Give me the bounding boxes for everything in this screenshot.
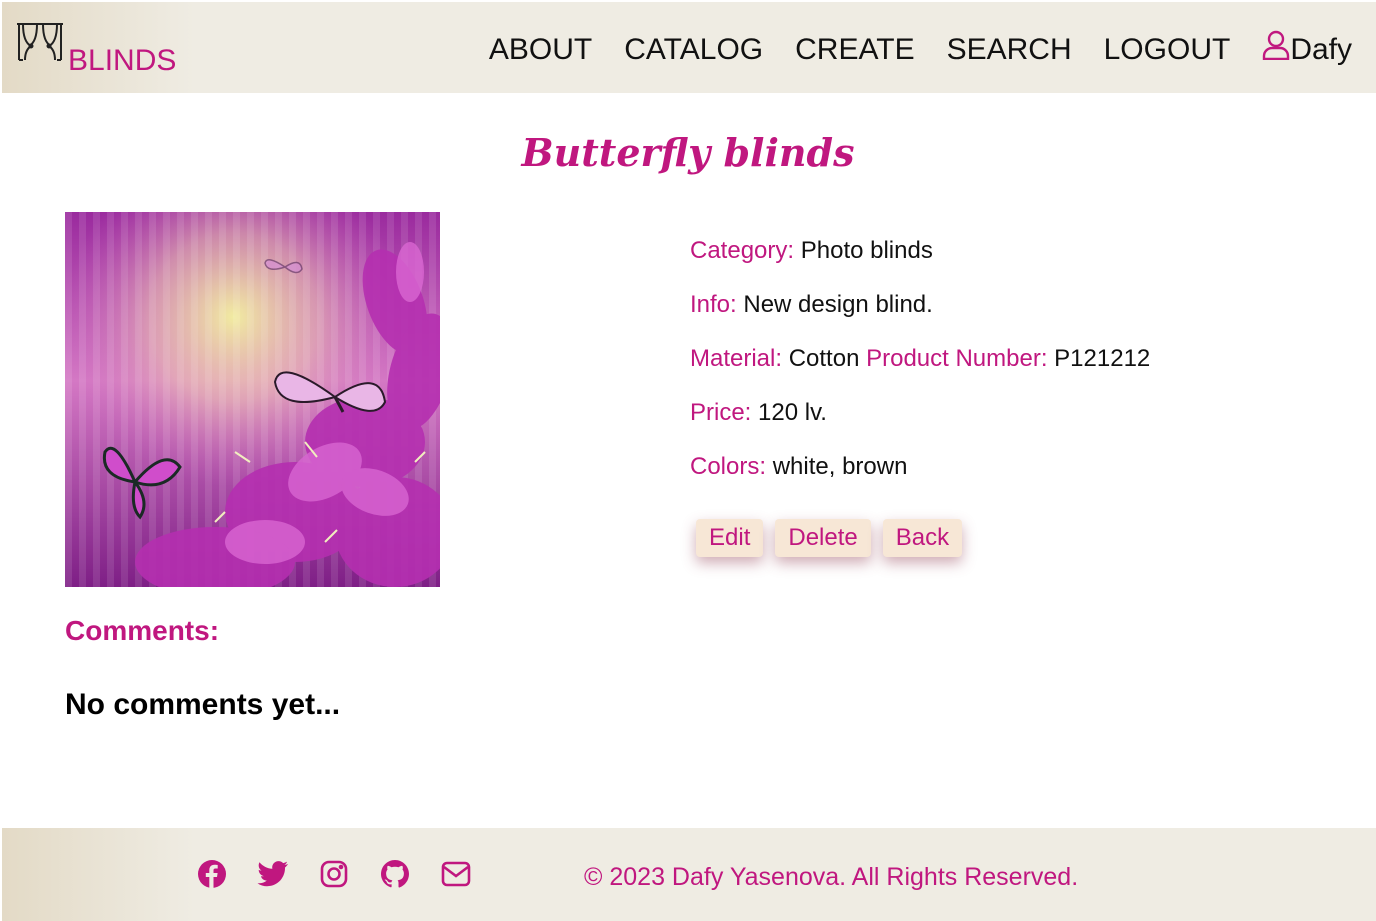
- colors-value: white, brown: [772, 453, 908, 480]
- comments-title: Comments:: [65, 615, 220, 646]
- product-title: Butterfly blinds: [521, 130, 855, 175]
- product-actions: Edit Delete Back: [696, 519, 974, 557]
- social-links: [196, 858, 501, 890]
- material-value: Cotton: [788, 345, 860, 372]
- envelope-icon[interactable]: [440, 858, 472, 890]
- price-value: 120 lv.: [758, 399, 827, 426]
- twitter-icon[interactable]: [257, 858, 289, 890]
- edit-button[interactable]: Edit: [696, 519, 764, 557]
- instagram-icon[interactable]: [318, 858, 350, 890]
- user-icon: [1262, 30, 1290, 69]
- no-comments-message: No comments yet...: [65, 688, 341, 721]
- detail-price: Price: 120 lv.: [690, 398, 1150, 428]
- user-name: Dafy: [1290, 32, 1352, 66]
- product-image: [65, 212, 440, 587]
- logo-link[interactable]: BLINDS: [16, 22, 176, 76]
- info-value: New design blind.: [743, 291, 933, 318]
- back-button[interactable]: Back: [882, 519, 963, 557]
- site-header: BLINDS ABOUT CATALOG CREATE SEARCH LOGOU…: [2, 2, 1376, 93]
- product-number-label: Product Number:: [866, 345, 1048, 372]
- nav-about[interactable]: ABOUT: [489, 32, 592, 68]
- curtains-icon: [16, 22, 64, 66]
- product-details: Category: Photo blinds Info: New design …: [690, 236, 1150, 506]
- price-label: Price:: [690, 399, 752, 426]
- product-number-value: P121212: [1054, 345, 1151, 372]
- info-label: Info:: [690, 291, 737, 318]
- delete-button[interactable]: Delete: [775, 519, 871, 557]
- nav-user-profile[interactable]: Dafy: [1262, 30, 1352, 69]
- nav-search[interactable]: SEARCH: [947, 32, 1072, 68]
- logo-text: BLINDS: [68, 44, 177, 77]
- material-label: Material:: [690, 345, 783, 372]
- category-value: Photo blinds: [800, 237, 933, 264]
- github-icon[interactable]: [379, 858, 411, 890]
- category-label: Category:: [690, 237, 795, 264]
- nav-catalog[interactable]: CATALOG: [624, 32, 763, 68]
- detail-info: Info: New design blind.: [690, 290, 1150, 320]
- nav-logout[interactable]: LOGOUT: [1104, 32, 1231, 68]
- main-nav: ABOUT CATALOG CREATE SEARCH LOGOUT Dafy: [457, 30, 1352, 69]
- detail-material: Material: Cotton Product Number: P121212: [690, 344, 1150, 374]
- copyright-text: © 2023 Dafy Yasenova. All Rights Reserve…: [584, 863, 1079, 891]
- site-footer: © 2023 Dafy Yasenova. All Rights Reserve…: [2, 828, 1376, 921]
- colors-label: Colors:: [690, 453, 767, 480]
- detail-colors: Colors: white, brown: [690, 452, 1150, 482]
- facebook-icon[interactable]: [196, 858, 228, 890]
- nav-create[interactable]: CREATE: [795, 32, 914, 68]
- detail-category: Category: Photo blinds: [690, 236, 1150, 266]
